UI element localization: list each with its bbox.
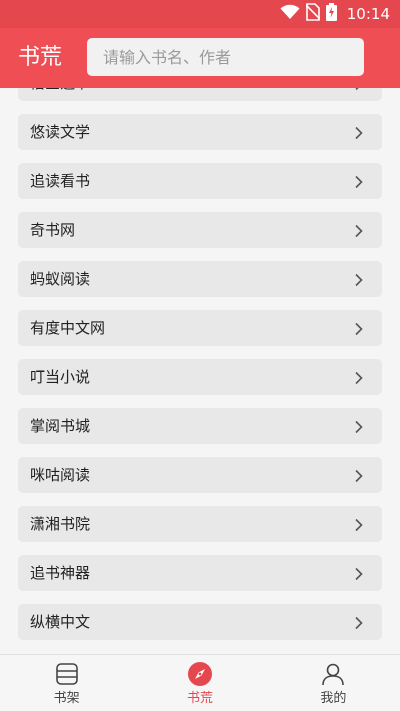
compass-icon [187, 661, 213, 687]
chevron-right-icon [352, 468, 366, 483]
app-list-viewport[interactable]: 悟空追书悠读文学追读看书奇书网蚂蚁阅读有度中文网叮当小说掌阅书城咪咕阅读潇湘书院… [0, 88, 400, 654]
nav-tab-label: 书架 [53, 691, 80, 706]
list-item[interactable]: 追读看书 [18, 163, 382, 199]
no-sim-icon [305, 3, 321, 25]
list-item-label: 潇湘书院 [30, 515, 91, 533]
bottom-navigation: 书架 书荒 我的 [0, 654, 400, 711]
search-input[interactable] [87, 38, 364, 76]
chevron-right-icon [352, 88, 366, 91]
chevron-right-icon [352, 566, 366, 581]
app-header: 书荒 [0, 28, 400, 88]
list-item[interactable]: 咪咕阅读 [18, 457, 382, 493]
nav-tab-label: 我的 [320, 691, 347, 706]
list-item[interactable]: 悟空追书 [18, 88, 382, 101]
list-item[interactable]: 叮当小说 [18, 359, 382, 395]
list-item[interactable]: 悠读文学 [18, 114, 382, 150]
chevron-right-icon [352, 125, 366, 140]
list-item-label: 有度中文网 [30, 319, 106, 337]
app-list: 悟空追书悠读文学追读看书奇书网蚂蚁阅读有度中文网叮当小说掌阅书城咪咕阅读潇湘书院… [0, 88, 400, 653]
list-item-label: 咪咕阅读 [30, 466, 91, 484]
nav-tab-discover[interactable]: 书荒 [133, 655, 266, 711]
chevron-right-icon [352, 223, 366, 238]
chevron-right-icon [352, 517, 366, 532]
list-item[interactable]: 奇书网 [18, 212, 382, 248]
chevron-right-icon [352, 370, 366, 385]
list-item-label: 追读看书 [30, 172, 91, 190]
chevron-right-icon [352, 615, 366, 630]
list-item[interactable]: 蚂蚁阅读 [18, 261, 382, 297]
list-item[interactable]: 纵横中文 [18, 604, 382, 640]
status-icons: 10:14 [280, 3, 390, 25]
list-item-label: 蚂蚁阅读 [30, 270, 91, 288]
status-time: 10:14 [346, 5, 390, 23]
nav-tab-bookshelf[interactable]: 书架 [0, 655, 133, 711]
list-item[interactable]: 有度中文网 [18, 310, 382, 346]
list-item-label: 奇书网 [30, 221, 76, 239]
list-item-label: 叮当小说 [30, 368, 91, 386]
list-item-label: 悠读文学 [30, 123, 91, 141]
chevron-right-icon [352, 174, 366, 189]
user-icon [320, 661, 346, 687]
chevron-right-icon [352, 321, 366, 336]
chevron-right-icon [352, 272, 366, 287]
battery-charging-icon [325, 3, 337, 25]
list-item[interactable]: 潇湘书院 [18, 506, 382, 542]
list-item-label: 掌阅书城 [30, 417, 91, 435]
status-bar: 10:14 [0, 0, 400, 28]
list-item[interactable]: 追书神器 [18, 555, 382, 591]
list-item-label: 悟空追书 [30, 88, 90, 101]
chevron-right-icon [352, 419, 366, 434]
list-item-label: 追书神器 [30, 564, 91, 582]
wifi-icon [280, 4, 300, 24]
list-item-label: 纵横中文 [30, 613, 91, 631]
nav-tab-profile[interactable]: 我的 [267, 655, 400, 711]
bookshelf-icon [54, 661, 80, 687]
page-title: 书荒 [18, 45, 63, 70]
list-item[interactable]: 掌阅书城 [18, 408, 382, 444]
nav-tab-label: 书荒 [186, 691, 213, 706]
